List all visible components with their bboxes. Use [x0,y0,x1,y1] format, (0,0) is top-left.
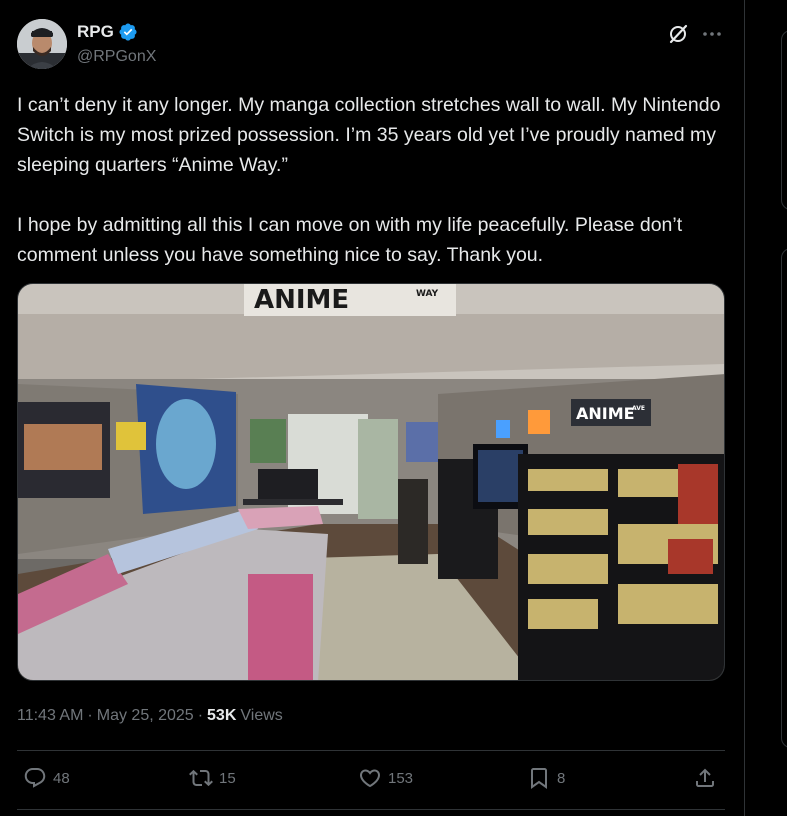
repost-icon [189,769,213,787]
views-count: 53K [207,707,237,724]
photo-sign-text: ANIME [254,285,349,315]
grok-icon[interactable] [666,22,690,46]
tweet-time[interactable]: 11:43 AM [17,707,83,725]
repost-button[interactable]: 15 [189,766,236,790]
divider-bottom [17,809,725,810]
meta-separator-2: · [197,707,204,724]
tweet-photo[interactable]: ANIME WAY ANIME AVE [17,283,725,681]
reply-button[interactable]: 48 [23,766,70,790]
sidebar-card-edge-2 [781,248,787,748]
reply-count: 48 [53,769,70,787]
author-handle[interactable]: @RPGonX [77,48,156,66]
tweet-meta: 11:43 AM · May 25, 2025 · 53K Views [17,707,283,725]
avatar[interactable] [17,19,67,69]
views-label: Views [240,707,283,724]
more-icon[interactable] [700,22,724,46]
tweet-column: RPG @RPGonX I can’t deny it any longer. … [0,0,745,816]
heart-icon [359,769,381,788]
repost-count: 15 [219,769,236,787]
tweet-date[interactable]: May 25, 2025 [97,707,194,725]
verified-badge-icon [118,22,138,42]
sidebar-card-edge [781,30,787,210]
author-name[interactable]: RPG [77,22,114,42]
photo-sign2-small: AVE [632,405,645,412]
bookmark-button[interactable]: 8 [527,766,565,790]
bookmark-icon [531,768,547,789]
meta-separator: · [87,707,93,724]
share-button[interactable] [693,766,717,790]
author-name-row[interactable]: RPG [77,22,138,42]
photo-sign2-text: ANIME [576,404,635,423]
tweet-text: I can’t deny it any longer. My manga col… [17,94,721,266]
reply-icon [24,768,46,788]
like-count: 153 [388,769,414,787]
bookmark-count: 8 [557,769,566,787]
divider-top [17,750,725,751]
photo-sign-small: WAY [416,289,439,299]
like-button[interactable]: 153 [358,766,413,790]
action-bar: 48 15 153 8 [17,762,725,796]
share-icon [696,768,714,787]
